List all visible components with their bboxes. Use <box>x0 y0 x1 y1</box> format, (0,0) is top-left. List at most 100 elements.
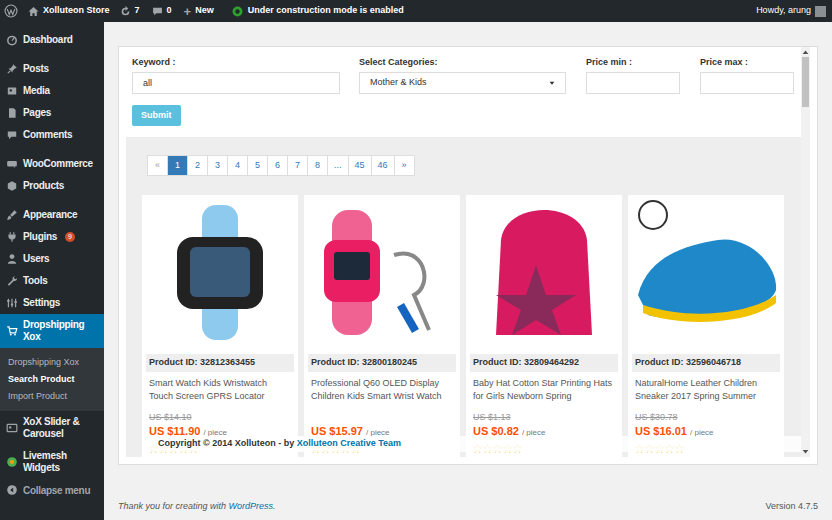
sidebar-label[interactable]: Users <box>23 253 49 265</box>
page-link[interactable]: 8 <box>315 159 320 173</box>
product-image[interactable] <box>628 195 784 350</box>
page-item[interactable]: 8 <box>307 155 328 176</box>
sidebar-label[interactable]: Dropshipping Xox <box>23 319 102 343</box>
sidebar-label[interactable]: Products <box>23 180 64 192</box>
product-title[interactable]: Baby Hat Cotton Star Printing Hats for G… <box>470 377 618 403</box>
sidebar-label[interactable]: Plugins <box>23 231 57 243</box>
plus-icon[interactable]: + <box>184 5 192 18</box>
product-title[interactable]: Smart Watch Kids Wristwatch Touch Screen… <box>146 377 294 403</box>
page-link[interactable]: 7 <box>295 159 300 173</box>
new-link[interactable]: +New <box>184 4 214 18</box>
sidebar-link[interactable]: Plugins9 <box>0 226 104 248</box>
sidebar-link[interactable]: XoX Slider & Carousel <box>0 411 104 445</box>
sidebar-link[interactable]: Posts <box>0 58 104 80</box>
sidebar-label[interactable]: Livemesh Widgets <box>23 450 102 474</box>
page-link[interactable]: « <box>155 159 160 173</box>
page-link[interactable]: 2 <box>195 159 200 173</box>
price-max-input[interactable] <box>700 72 794 94</box>
page-item[interactable]: ... <box>327 155 349 176</box>
product-image[interactable] <box>142 195 298 350</box>
page-item[interactable]: » <box>394 155 415 176</box>
sidebar-link[interactable]: WooCommerce <box>0 153 104 175</box>
scrollbar[interactable] <box>801 47 810 457</box>
sidebar-link[interactable]: Comments <box>0 124 104 146</box>
sidebar-link[interactable]: Settings <box>0 292 104 314</box>
page-link[interactable]: 45 <box>355 159 365 173</box>
notice-text[interactable]: Under construction mode is enabled <box>248 4 404 18</box>
updates-count[interactable]: 7 <box>135 4 140 18</box>
submenu-label[interactable]: Dropshipping Xox <box>8 356 79 370</box>
site-link[interactable]: Xolluteon Store <box>28 4 110 18</box>
admin-bar: Xolluteon Store 7 0 +New Under construction … <box>0 0 832 22</box>
page-item[interactable]: 6 <box>267 155 288 176</box>
copyright-link[interactable]: Xolluteon Creative Team <box>297 437 401 451</box>
keyword-input[interactable] <box>132 72 340 94</box>
collapse-label[interactable]: Collapse menu <box>23 483 90 498</box>
page-item[interactable]: 46 <box>371 155 395 176</box>
page-link[interactable]: 1 <box>175 159 180 173</box>
submit-button[interactable]: Submit <box>132 105 181 126</box>
submenu-item[interactable]: Search Product <box>0 371 104 388</box>
sidebar-label[interactable]: Appearance <box>23 209 77 221</box>
wordpress-link[interactable]: WordPress <box>229 501 274 511</box>
sidebar-label[interactable]: Comments <box>23 129 72 141</box>
page-link[interactable]: 46 <box>378 159 388 173</box>
sidebar-label[interactable]: WooCommerce <box>23 158 93 170</box>
page-item[interactable]: 2 <box>187 155 208 176</box>
sidebar-label[interactable]: Dashboard <box>23 34 73 46</box>
sidebar-link[interactable]: Media <box>0 80 104 102</box>
page-link[interactable]: » <box>402 159 407 173</box>
product-card[interactable]: Product ID: 32809464292Baby Hat Cotton S… <box>466 195 622 457</box>
submenu-label[interactable]: Import Product <box>8 390 67 404</box>
collapse-menu[interactable]: Collapse menu <box>0 479 104 501</box>
product-title[interactable]: Professional Q60 OLED Display Children K… <box>308 377 456 403</box>
product-title[interactable]: NaturalHome Leather Children Sneaker 201… <box>632 377 780 403</box>
select-value[interactable]: Mother & Kids <box>370 76 549 90</box>
page-item[interactable]: 5 <box>247 155 268 176</box>
submenu-item[interactable]: Dropshipping Xox <box>0 354 104 371</box>
page-link[interactable]: 5 <box>255 159 260 173</box>
page-item[interactable]: 7 <box>287 155 308 176</box>
page-item[interactable]: 4 <box>227 155 248 176</box>
page-link[interactable]: 3 <box>215 159 220 173</box>
page-item[interactable]: 1 <box>167 155 188 176</box>
sidebar-link[interactable]: Products <box>0 175 104 197</box>
comments-count[interactable]: 0 <box>167 4 172 18</box>
sidebar-label[interactable]: Posts <box>23 63 49 75</box>
new-label[interactable]: New <box>195 4 214 18</box>
sidebar-label[interactable]: Settings <box>23 297 60 309</box>
comments-link[interactable]: 0 <box>152 4 172 18</box>
sidebar-link[interactable]: Livemesh Widgets <box>0 445 104 479</box>
sidebar-label[interactable]: XoX Slider & Carousel <box>23 416 102 440</box>
sidebar-label[interactable]: Tools <box>23 275 47 287</box>
product-card[interactable]: Product ID: 32596046718NaturalHome Leath… <box>628 195 784 457</box>
product-card[interactable]: Product ID: 32800180245Professional Q60 … <box>304 195 460 457</box>
page-item[interactable]: 3 <box>207 155 228 176</box>
submenu-label[interactable]: Search Product <box>8 373 75 387</box>
product-image[interactable] <box>304 195 460 350</box>
account-menu[interactable]: Howdy, arung <box>756 4 826 18</box>
sidebar-link[interactable]: Dashboard <box>0 29 104 51</box>
category-select[interactable]: Mother & Kids <box>359 72 566 94</box>
sidebar-link[interactable]: Pages <box>0 102 104 124</box>
product-card[interactable]: Product ID: 32812363455Smart Watch Kids … <box>142 195 298 457</box>
scroll-thumb[interactable] <box>802 57 809 107</box>
sidebar-label[interactable]: Media <box>23 85 50 97</box>
sidebar-link[interactable]: Appearance <box>0 204 104 226</box>
site-name[interactable]: Xolluteon Store <box>43 4 110 18</box>
page-link[interactable]: 6 <box>275 159 280 173</box>
page-link[interactable]: 4 <box>235 159 240 173</box>
sidebar-link[interactable]: Users <box>0 248 104 270</box>
greeting[interactable]: Howdy, arung <box>756 4 811 18</box>
sidebar-link[interactable]: Dropshipping Xox <box>0 314 104 348</box>
sidebar-label[interactable]: Pages <box>23 107 51 119</box>
product-image[interactable] <box>466 195 622 350</box>
page-link[interactable]: ... <box>334 159 342 173</box>
construction-notice[interactable]: Under construction mode is enabled <box>232 4 404 18</box>
page-item[interactable]: « <box>147 155 168 176</box>
updates-link[interactable]: 7 <box>120 4 140 18</box>
page-item[interactable]: 45 <box>348 155 372 176</box>
submenu-item[interactable]: Import Product <box>0 388 104 405</box>
price-min-input[interactable] <box>586 72 680 94</box>
sidebar-link[interactable]: Tools <box>0 270 104 292</box>
